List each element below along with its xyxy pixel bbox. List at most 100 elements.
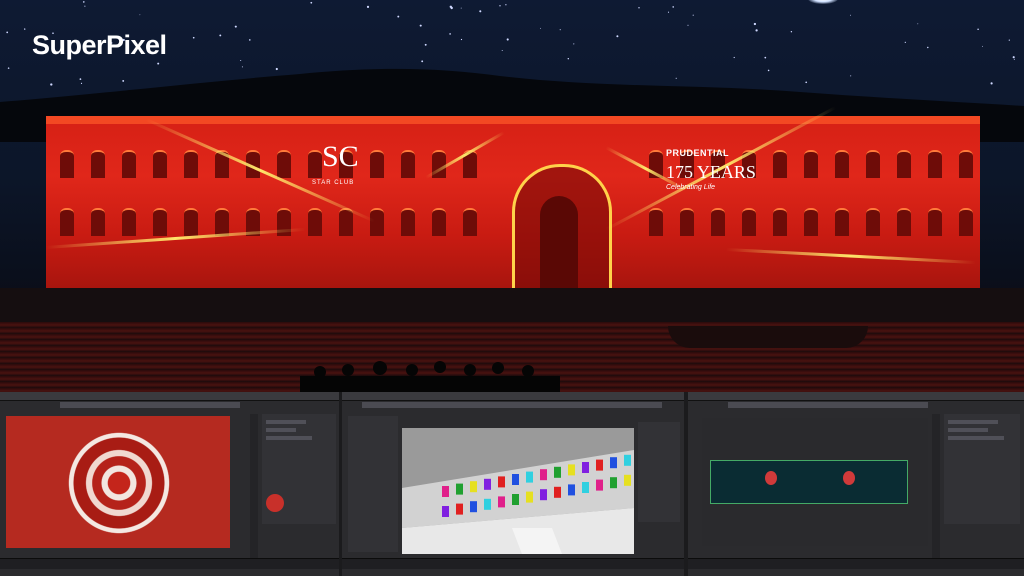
star [753,22,757,26]
star [449,33,451,35]
object-row [948,436,1004,440]
building-wireframe [402,450,634,554]
star [672,6,674,8]
menu-bar[interactable] [688,392,1024,401]
mapping-patch [456,503,463,515]
material-thumbnail[interactable] [266,494,284,512]
star [539,27,541,29]
mapping-patch [568,484,575,496]
mapping-patch [484,478,491,490]
facade-window [184,208,198,236]
star [139,14,141,16]
preview-app-window [688,392,1024,576]
superpixel-logo: SuperPixel [32,30,167,60]
star [84,5,86,7]
star [219,34,222,37]
star [506,38,509,41]
outliner-panel[interactable] [348,416,398,552]
software-screenshots-strip [0,392,1024,576]
star [499,5,501,7]
facade-window [91,208,105,236]
star [460,38,463,41]
toolbar[interactable] [362,402,662,408]
star [982,45,983,47]
star-club-monogram: SC [322,140,359,173]
building-facade-projection [45,106,980,291]
star [1012,56,1015,59]
facade-window [215,208,229,236]
star [248,39,251,41]
star [687,24,689,26]
viewport-facade-preview[interactable] [702,418,928,546]
mapping-patch [498,496,505,508]
star [764,56,767,59]
timeline-bar[interactable] [342,558,684,569]
light-beam [45,227,306,249]
tool-icons-column[interactable] [932,414,940,564]
mapping-patch [484,498,491,510]
star [733,56,735,59]
property-row [266,428,296,432]
menu-bar[interactable] [0,392,339,401]
star [567,57,570,60]
timeline-bar[interactable] [0,558,339,569]
star [573,43,575,45]
facade-window [897,208,911,236]
star [460,7,462,9]
star [240,59,242,62]
viewport-building-model[interactable] [402,428,634,554]
star [82,1,85,3]
mapping-patch [540,469,547,481]
properties-panel[interactable] [262,414,336,524]
viewport-red-render[interactable] [6,416,230,548]
tool-icons-column[interactable] [250,414,258,564]
mapping-patch [456,483,463,495]
star [667,11,670,13]
prudential-name: PRUDENTIAL [666,148,729,158]
star [616,35,619,38]
star [559,29,561,31]
mapping-patch [540,489,547,501]
facade-window [91,150,105,178]
star [692,14,694,16]
facade-window [959,208,973,236]
channel-box[interactable] [638,422,680,522]
star [755,29,758,32]
facade-window [401,208,415,236]
star [192,36,195,39]
star [24,28,26,30]
quay-wall [0,288,1024,322]
mapping-patch [582,462,589,473]
compositing-app-window [0,392,339,576]
star [977,28,979,30]
facade-window [649,208,663,236]
facade-window [401,150,415,178]
timeline-bar[interactable] [688,558,1024,569]
menu-bar[interactable] [342,392,684,401]
star [397,15,400,18]
modeling-app-window [342,392,684,576]
facade-window [866,208,880,236]
facade-window [959,150,973,178]
facade-window [680,208,694,236]
spectator-crowd [300,361,560,392]
mapping-patch [498,476,505,488]
central-gate-door [540,196,578,288]
toolbar[interactable] [728,402,928,408]
facade-window [277,150,291,178]
star [790,31,793,33]
facade-window [122,208,136,236]
mapping-patch [512,474,519,485]
star [927,46,929,49]
mapping-patch [512,494,519,505]
star [917,23,919,25]
mapping-patch [610,457,617,469]
star-club-caption: STAR CLUB [312,180,355,186]
facade-window [153,208,167,236]
star [424,43,427,46]
toolbar[interactable] [60,402,240,408]
object-manager[interactable] [944,414,1020,524]
facade-window [897,150,911,178]
facade-window [184,150,198,178]
star [904,41,906,43]
